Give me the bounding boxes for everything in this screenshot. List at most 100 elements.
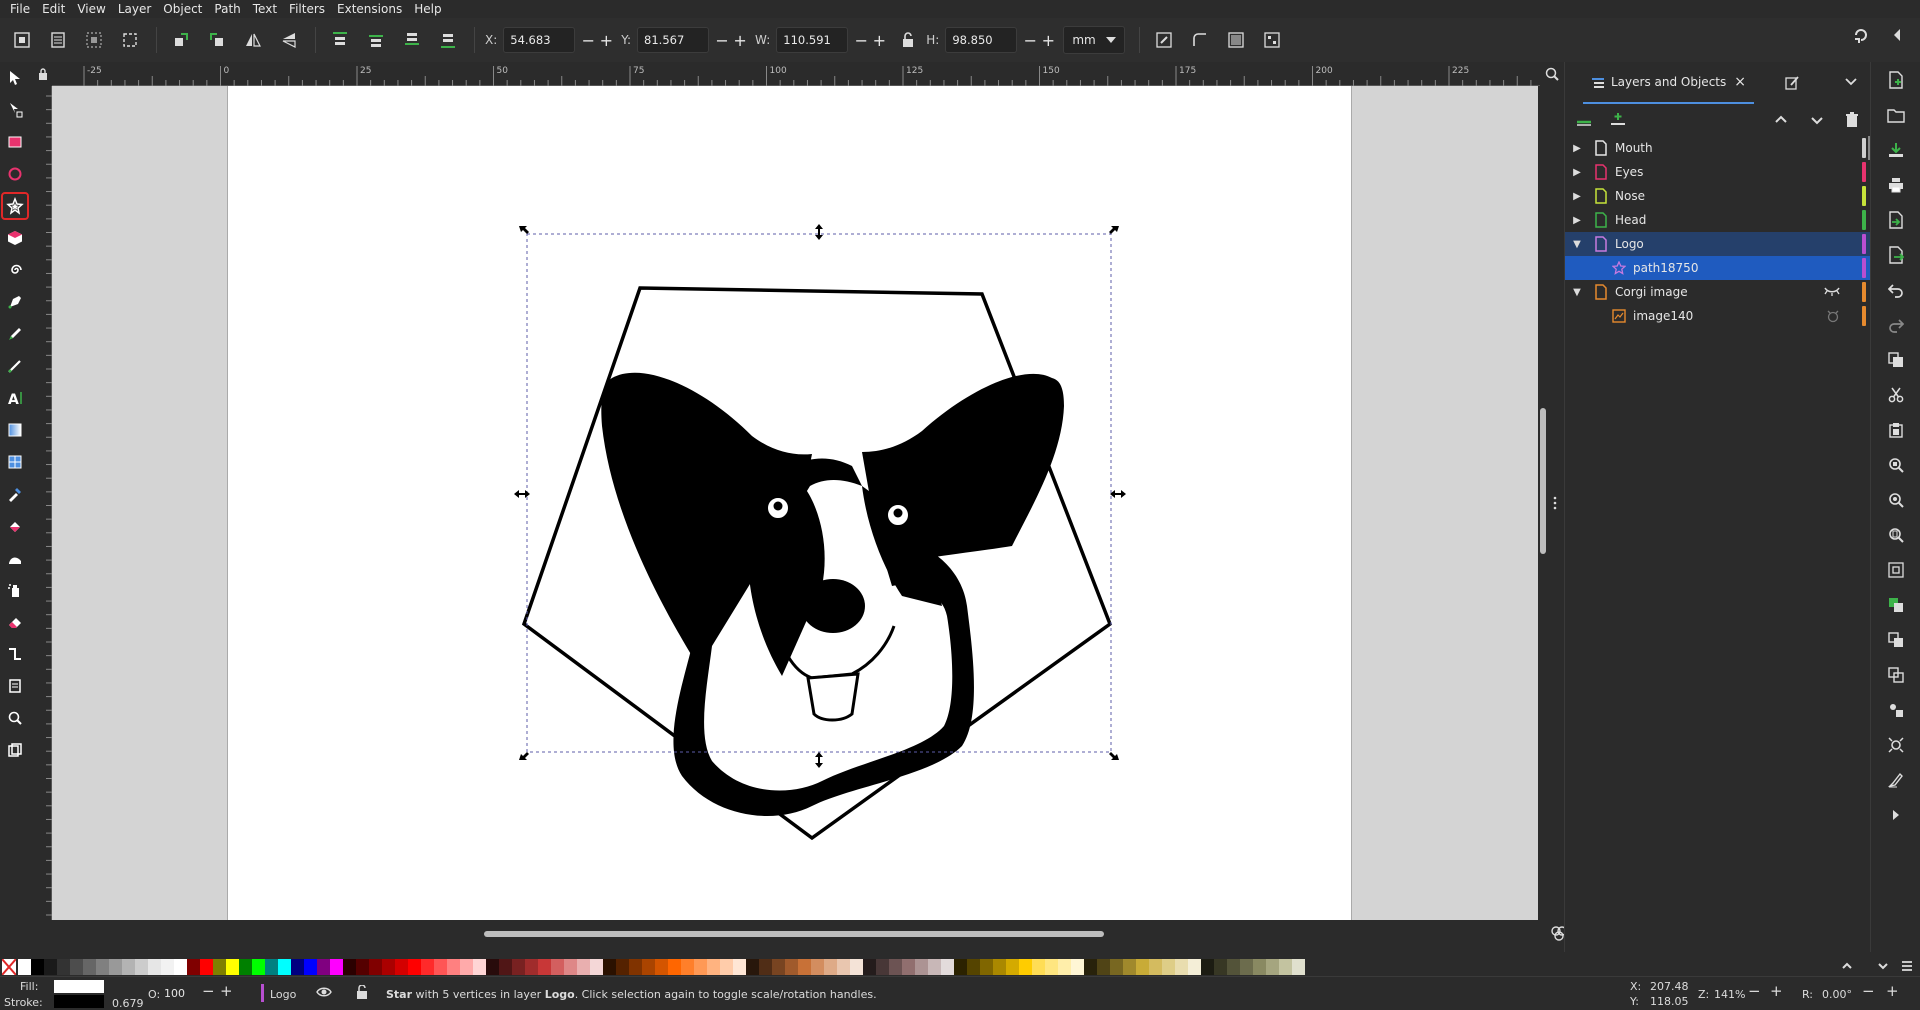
- palette-swatch[interactable]: [1045, 959, 1058, 975]
- palette-swatch[interactable]: [694, 959, 707, 975]
- x-increment-button[interactable]: +: [597, 31, 615, 50]
- palette-swatch[interactable]: [525, 959, 538, 975]
- lock-guides-icon[interactable]: [38, 68, 48, 80]
- print-icon[interactable]: [1871, 167, 1920, 202]
- expander-toggle[interactable]: ▶: [1569, 191, 1585, 202]
- more-commands-icon[interactable]: [1871, 797, 1920, 832]
- palette-swatch[interactable]: [889, 959, 902, 975]
- unit-select[interactable]: mm: [1063, 26, 1126, 54]
- layer-color-tag[interactable]: [1862, 138, 1866, 158]
- palette-swatch[interactable]: [57, 959, 70, 975]
- palette-swatch[interactable]: [1058, 959, 1071, 975]
- menu-file[interactable]: File: [6, 0, 38, 18]
- palette-swatch[interactable]: [681, 959, 694, 975]
- palette-swatch[interactable]: [356, 959, 369, 975]
- palette-swatch[interactable]: [187, 959, 200, 975]
- palette-swatch[interactable]: [811, 959, 824, 975]
- zoom-drawing-icon[interactable]: [1871, 482, 1920, 517]
- layer-row[interactable]: ▼ Corgi image: [1565, 280, 1870, 304]
- palette-swatch[interactable]: [395, 959, 408, 975]
- palette-swatch[interactable]: [1097, 959, 1110, 975]
- palette-swatch[interactable]: [1006, 959, 1019, 975]
- eraser-tool[interactable]: [0, 606, 30, 638]
- export-icon[interactable]: [1871, 237, 1920, 272]
- palette-swatch[interactable]: [1071, 959, 1084, 975]
- palette-swatch[interactable]: [278, 959, 291, 975]
- width-input[interactable]: [776, 27, 849, 53]
- scale-stroke-icon[interactable]: [1150, 26, 1178, 54]
- palette-swatch[interactable]: [408, 959, 421, 975]
- hidden-eye-icon[interactable]: [1824, 285, 1840, 297]
- palette-swatch[interactable]: [174, 959, 187, 975]
- select-all-icon[interactable]: [8, 26, 36, 54]
- layer-color-tag[interactable]: [1862, 234, 1866, 254]
- palette-swatch[interactable]: [954, 959, 967, 975]
- move-patterns-icon[interactable]: [1258, 26, 1286, 54]
- touch-select-icon[interactable]: [116, 26, 144, 54]
- open-document-icon[interactable]: [1871, 97, 1920, 132]
- palette-menu[interactable]: [1900, 959, 1914, 973]
- zoom-value[interactable]: 141%: [1714, 988, 1745, 1001]
- fill-stroke-icon[interactable]: [1871, 762, 1920, 797]
- palette-swatch[interactable]: [200, 959, 213, 975]
- palette-swatch[interactable]: [564, 959, 577, 975]
- palette-swatch[interactable]: [421, 959, 434, 975]
- horizontal-scrollbar[interactable]: [484, 931, 1104, 937]
- palette-swatch[interactable]: [837, 959, 850, 975]
- palette-swatch[interactable]: [785, 959, 798, 975]
- palette-swatch[interactable]: [707, 959, 720, 975]
- dropper-tool[interactable]: [0, 478, 30, 510]
- palette-swatch[interactable]: [83, 959, 96, 975]
- pen-tool[interactable]: [0, 286, 30, 318]
- gradient-tool[interactable]: [0, 414, 30, 446]
- group-icon[interactable]: [1871, 692, 1920, 727]
- palette-swatch[interactable]: [551, 959, 564, 975]
- y-increment-button[interactable]: +: [731, 31, 749, 50]
- layer-row[interactable]: ▶ Mouth: [1565, 136, 1870, 160]
- rectangle-tool[interactable]: [0, 126, 30, 158]
- menu-text[interactable]: Text: [249, 0, 285, 18]
- palette-swatch[interactable]: [629, 959, 642, 975]
- menu-layer[interactable]: Layer: [114, 0, 159, 18]
- dock-menu-button[interactable]: [1844, 74, 1858, 88]
- palette-swatch[interactable]: [577, 959, 590, 975]
- dock-handle-icon[interactable]: [1553, 496, 1557, 510]
- calligraphy-tool[interactable]: [0, 350, 30, 382]
- opacity-input[interactable]: [164, 983, 200, 1003]
- scale-corners-icon[interactable]: [1186, 26, 1214, 54]
- palette-swatch[interactable]: [876, 959, 889, 975]
- palette-swatch[interactable]: [1227, 959, 1240, 975]
- palette-swatch[interactable]: [1279, 959, 1292, 975]
- x-decrement-button[interactable]: −: [579, 31, 597, 50]
- connector-tool[interactable]: [0, 638, 30, 670]
- palette-swatch[interactable]: [122, 959, 135, 975]
- palette-swatch[interactable]: [1162, 959, 1175, 975]
- x-input[interactable]: [503, 27, 576, 53]
- tab-xml-editor[interactable]: [1776, 62, 1808, 104]
- palette-swatch[interactable]: [941, 959, 954, 975]
- height-increment-button[interactable]: +: [1039, 31, 1057, 50]
- unlink-clone-icon[interactable]: [1871, 657, 1920, 692]
- drawing[interactable]: [52, 86, 1540, 920]
- measure-tool[interactable]: [0, 734, 30, 766]
- palette-swatch[interactable]: [668, 959, 681, 975]
- palette-swatch[interactable]: [720, 959, 733, 975]
- palette-swatch[interactable]: [1149, 959, 1162, 975]
- layer-row[interactable]: ▼ Logo: [1565, 232, 1870, 256]
- palette-swatch[interactable]: [382, 959, 395, 975]
- palette-swatch[interactable]: [590, 959, 603, 975]
- palette-swatch[interactable]: [928, 959, 941, 975]
- palette-swatch[interactable]: [460, 959, 473, 975]
- select-all-layers-icon[interactable]: [44, 26, 72, 54]
- tab-close-button[interactable]: ×: [1734, 74, 1746, 90]
- palette-swatch[interactable]: [239, 959, 252, 975]
- palette-swatch[interactable]: [291, 959, 304, 975]
- zoom-selection-icon[interactable]: [1871, 447, 1920, 482]
- palette-swatch[interactable]: [148, 959, 161, 975]
- width-increment-button[interactable]: +: [870, 31, 888, 50]
- layer-color-tag[interactable]: [1862, 186, 1866, 206]
- save-icon[interactable]: [1871, 132, 1920, 167]
- lower-to-bottom-icon[interactable]: [434, 26, 462, 54]
- palette-swatch[interactable]: [252, 959, 265, 975]
- rotation-value[interactable]: 0.00°: [1822, 988, 1852, 1001]
